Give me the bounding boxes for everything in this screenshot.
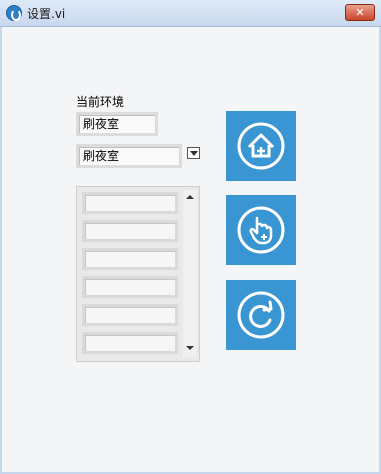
touch-add-icon	[237, 206, 285, 254]
close-button[interactable]: ✕	[345, 4, 375, 21]
app-icon	[6, 5, 22, 21]
touch-add-button[interactable]	[226, 195, 296, 265]
list-item[interactable]	[82, 304, 178, 326]
env-select[interactable]: 刷夜室	[76, 144, 182, 168]
env-listbox[interactable]	[76, 186, 200, 362]
list-scrollbar[interactable]	[183, 190, 197, 357]
list-item[interactable]	[82, 248, 178, 270]
refresh-button[interactable]	[226, 280, 296, 350]
refresh-icon	[237, 291, 285, 339]
current-env-label: 当前环境	[76, 95, 125, 109]
title-bar: 设置.vi ✕	[0, 0, 381, 27]
list-item[interactable]	[82, 276, 178, 298]
scroll-up-arrow-icon[interactable]	[186, 195, 194, 199]
current-env-field[interactable]: 刷夜室	[76, 112, 158, 136]
list-item[interactable]	[82, 220, 178, 242]
list-item[interactable]	[82, 192, 178, 214]
list-item[interactable]	[82, 332, 178, 354]
add-home-icon	[237, 122, 285, 170]
dropdown-arrow-icon[interactable]	[187, 147, 200, 159]
window-title: 设置.vi	[27, 7, 66, 21]
add-home-button[interactable]	[226, 111, 296, 181]
scroll-down-arrow-icon[interactable]	[186, 346, 194, 350]
